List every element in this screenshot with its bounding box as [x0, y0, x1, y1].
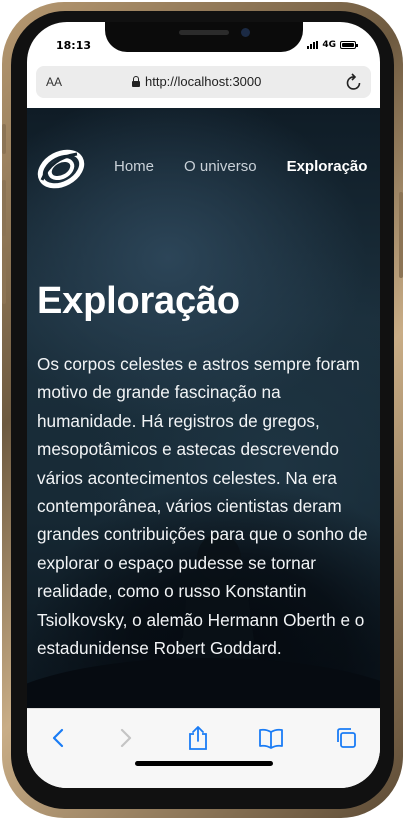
- volume-up-button: [2, 180, 6, 236]
- phone-screen: 18:13 4G AA http://localhost:3000 Home O…: [27, 22, 380, 788]
- forward-icon[interactable]: [111, 723, 141, 753]
- nav-link-home[interactable]: Home: [114, 158, 154, 175]
- url-display[interactable]: http://localhost:3000: [132, 74, 261, 89]
- share-icon[interactable]: [183, 723, 213, 753]
- notch: [105, 22, 303, 52]
- speaker: [179, 30, 229, 35]
- hero-section: Home O universo Exploração Exploração Os…: [27, 108, 380, 708]
- mute-switch: [2, 124, 6, 154]
- back-icon[interactable]: [43, 723, 73, 753]
- nav-links: Home O universo Exploração: [114, 158, 367, 175]
- battery-icon: [340, 41, 358, 49]
- nav-link-exploracao[interactable]: Exploração: [287, 158, 368, 175]
- site-nav: Home O universo Exploração: [27, 108, 380, 228]
- planet-horizon: [27, 658, 380, 708]
- intro-paragraph: Os corpos celestes e astros sempre foram…: [37, 354, 368, 659]
- power-button: [399, 192, 403, 278]
- nav-link-o-universo[interactable]: O universo: [184, 158, 257, 175]
- network-type: 4G: [322, 40, 336, 50]
- address-bar[interactable]: AA http://localhost:3000: [36, 66, 371, 98]
- status-time: 18:13: [56, 39, 92, 52]
- reload-icon[interactable]: [345, 72, 363, 96]
- front-camera: [241, 28, 250, 37]
- bookmarks-icon[interactable]: [256, 723, 286, 753]
- url-text[interactable]: http://localhost:3000: [145, 74, 261, 89]
- page-title: Exploração: [37, 280, 240, 322]
- browser-toolbar: [27, 708, 380, 788]
- volume-down-button: [2, 248, 6, 304]
- tabs-icon[interactable]: [331, 723, 361, 753]
- logo-swirl-icon[interactable]: [37, 148, 85, 190]
- text-size-button[interactable]: AA: [46, 75, 62, 89]
- home-indicator[interactable]: [135, 761, 273, 766]
- signal-icon: [307, 41, 319, 49]
- lock-icon: [132, 75, 140, 87]
- status-indicators: 4G: [307, 40, 358, 50]
